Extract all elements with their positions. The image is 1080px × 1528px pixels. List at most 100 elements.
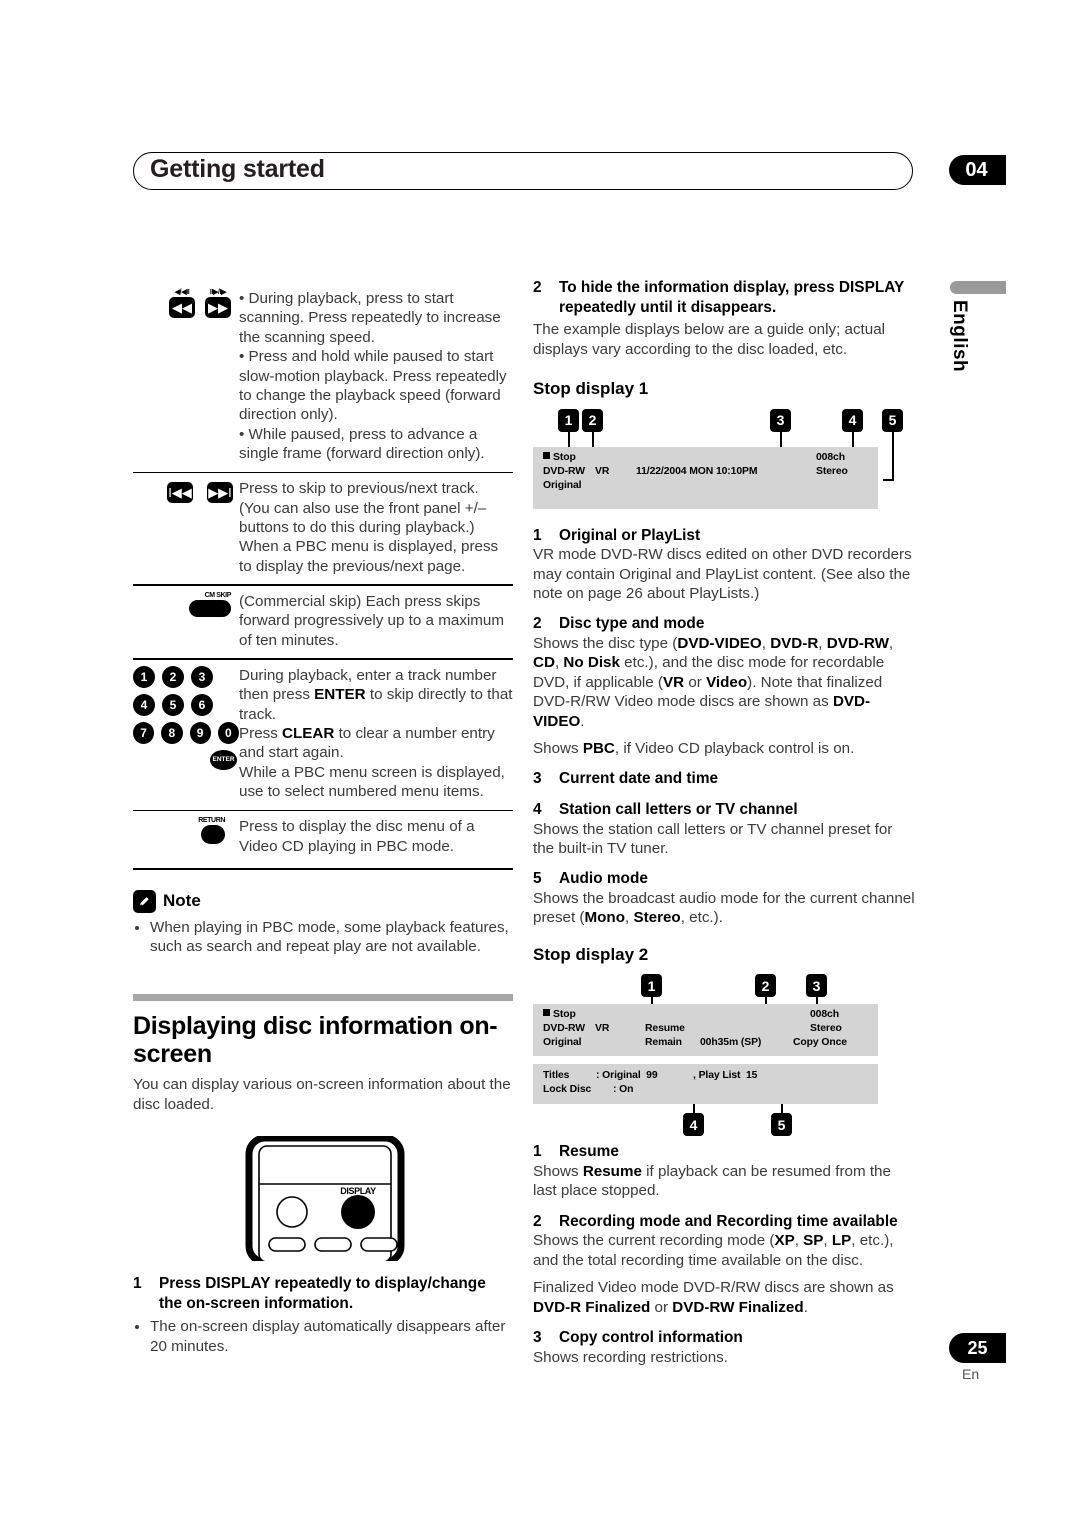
sd2-item-3-body: Shows recording restrictions.	[533, 1348, 728, 1366]
note-heading-row: Note	[133, 889, 513, 913]
sd2-audio: Stereo	[810, 1023, 842, 1035]
sd1-datetime: 11/22/2004 MON 10:10PM	[636, 465, 758, 477]
cmskip-description: (Commercial skip) Each press skips forwa…	[239, 592, 513, 650]
sd2-disc-type: DVD-RW	[543, 1023, 585, 1035]
scan-desc-1: • During playback, press to start scanni…	[239, 290, 501, 346]
language-tab-bar	[950, 281, 1006, 294]
sd1-item-5: 5 Audio mode Shows the broadcast audio mo…	[533, 869, 915, 927]
number-key-9: 9	[189, 721, 211, 744]
sd2-titles-label: Titles	[543, 1070, 570, 1082]
scan-buttons-cell: ◀/◀II ◀◀ II▶/I▶ ▶▶	[133, 289, 239, 464]
step-2-number: 2	[533, 279, 542, 296]
left-column: ◀/◀II ◀◀ II▶/I▶ ▶▶ • During playback, pr…	[133, 283, 513, 1356]
section-intro: You can display various on-screen inform…	[133, 1076, 511, 1113]
sd1-disc-mode: VR	[595, 465, 610, 477]
cmskip-button-cell: CM SKIP	[133, 592, 239, 650]
step-2-body: The example displays below are a guide o…	[533, 321, 886, 358]
sd1-callout-1: 1	[558, 408, 579, 432]
sd2-status: Stop	[543, 1009, 576, 1020]
step-1-bullet-1: The on-screen display automatically disa…	[150, 1317, 513, 1356]
sd2-osd-bottom: Titles : Original 99 , Play List 15 Lock…	[533, 1064, 878, 1105]
sd1-callout-3: 3	[770, 408, 791, 432]
sd1-item-2-body2: Shows PBC, if Video CD playback control …	[533, 740, 855, 758]
sd1-status: Stop	[543, 451, 576, 463]
number-key-1: 1	[133, 665, 155, 688]
section-rule	[133, 994, 513, 1002]
sd1-item-3: 3 Current date and time	[533, 769, 915, 789]
cm-skip-icon	[189, 599, 231, 617]
pencil-icon	[133, 889, 156, 913]
page-title: Getting started	[150, 155, 325, 183]
number-key-2: 2	[162, 665, 184, 688]
sd1-disc-type: DVD-RW	[543, 465, 585, 477]
number-key-5: 5	[162, 693, 184, 716]
sd2-item-3-heading: 3 Copy control information	[533, 1329, 743, 1347]
sd1-item-2-body: Shows the disc type (DVD-VIDEO, DVD-R, D…	[533, 635, 894, 730]
number-row-2: 4 5 6	[133, 693, 239, 716]
sd2-osd-top: Stop DVD-RW VR Original Resume Remain 00…	[533, 1004, 878, 1057]
number-key-3: 3	[191, 665, 213, 688]
skip-buttons-cell: I◀◀ ▶▶I	[133, 479, 239, 576]
enter-button-icon: ENTER	[210, 749, 237, 770]
numbers-desc-1: During playback, enter a track number th…	[239, 666, 513, 723]
step-1-heading: 1 Press DISPLAY repeatedly to display/cha…	[133, 1274, 513, 1313]
language-tab-label: English	[949, 300, 970, 373]
sd2-content: Original	[543, 1037, 582, 1049]
sd2-item-2-body: Shows the current recording mode (XP, SP…	[533, 1232, 894, 1269]
sd1-callout-4: 4	[842, 408, 863, 432]
note-block: Note When playing in PBC mode, some play…	[133, 889, 513, 957]
stop-square-icon	[543, 451, 550, 459]
page-lang-code: En	[962, 1366, 980, 1382]
right-column: 2 To hide the information display, press …	[533, 278, 915, 1378]
button-row-return: RETURN Press to display the disc menu of…	[133, 811, 513, 864]
sd1-audio: Stereo	[816, 465, 848, 477]
note-list: When playing in PBC mode, some playback …	[133, 918, 513, 957]
sd2-titles-value: : Original 99	[596, 1070, 658, 1082]
sd2-callout-2: 2	[755, 974, 776, 998]
sd1-item-1-body: VR mode DVD-RW discs edited on other DVD…	[533, 546, 912, 602]
numbers-desc-3: While a PBC menu screen is displayed, us…	[239, 763, 505, 801]
sd1-item-4-body: Shows the station call letters or TV cha…	[533, 820, 893, 858]
return-button-cell: RETURN	[133, 817, 239, 856]
sd1-content: Original	[543, 479, 582, 491]
stop-display-2-heading: Stop display 2	[533, 944, 649, 964]
scan-reverse-icon: ◀◀	[169, 297, 195, 318]
stop-display-1-figure: 1 2 3 4 5 Stop DVD-RW VR Original 11/22/…	[533, 408, 915, 516]
sd2-item-2-heading: 2 Recording mode and Recording time avail…	[533, 1212, 898, 1230]
sd1-leader-5	[892, 431, 894, 481]
numbers-desc-2: Press CLEAR to clear a number entry and …	[239, 724, 495, 762]
sd1-callout-5: 5	[882, 408, 903, 432]
sd2-item-2: 2 Recording mode and Recording time avail…	[533, 1212, 915, 1317]
sd2-callout-3: 3	[806, 974, 827, 998]
sd1-leader-5b	[883, 479, 893, 481]
sd2-playlist-value: , Play List 15	[693, 1070, 758, 1082]
scan-forward-mini-label: II▶/I▶	[209, 289, 227, 296]
number-key-4: 4	[133, 693, 155, 716]
sd2-item-1: 1 Resume Shows Resume if playback can be …	[533, 1142, 915, 1200]
scan-reverse-button: ◀/◀II ◀◀	[169, 289, 195, 318]
button-row-scan: ◀/◀II ◀◀ II▶/I▶ ▶▶ • During playback, pr…	[133, 283, 513, 472]
button-row-numbers: 1 2 3 4 5 6 7 8 9 0 ENTER During playbac…	[133, 660, 513, 810]
sd2-callout-5: 5	[771, 1113, 792, 1137]
sd1-item-5-heading: 5 Audio mode	[533, 870, 648, 888]
sd1-item-2-heading: 2 Disc type and mode	[533, 615, 705, 633]
return-mini-label: RETURN	[198, 817, 225, 825]
stop-square-icon-2	[543, 1009, 550, 1017]
page-number-badge: 25	[949, 1333, 1006, 1363]
stop-display-1-heading: Stop display 1	[533, 379, 649, 398]
step-2-text: To hide the information display, press D…	[559, 279, 904, 316]
step-1-text: Press DISPLAY repeatedly to display/chan…	[159, 1275, 486, 1312]
step-1-bullets: The on-screen display automatically disa…	[133, 1317, 513, 1356]
note-item-1: When playing in PBC mode, some playback …	[150, 918, 513, 957]
number-key-7: 7	[133, 721, 155, 744]
number-row-3: 7 8 9 0	[133, 721, 239, 744]
enter-row: ENTER	[133, 749, 239, 770]
sd2-resume: Resume	[645, 1023, 685, 1035]
sd2-copy: Copy Once	[793, 1037, 847, 1049]
sd1-item-4-heading: 4 Station call letters or TV channel	[533, 801, 798, 819]
sd1-item-3-heading: 3 Current date and time	[533, 770, 719, 788]
sd2-item-1-heading: 1 Resume	[533, 1143, 619, 1161]
sd2-item-2-body2: Finalized Video mode DVD-R/RW discs are …	[533, 1279, 894, 1316]
skip-desc-2: When a PBC menu is displayed, press to d…	[239, 538, 499, 575]
sd2-item-3: 3 Copy control information Shows recordin…	[533, 1328, 915, 1367]
